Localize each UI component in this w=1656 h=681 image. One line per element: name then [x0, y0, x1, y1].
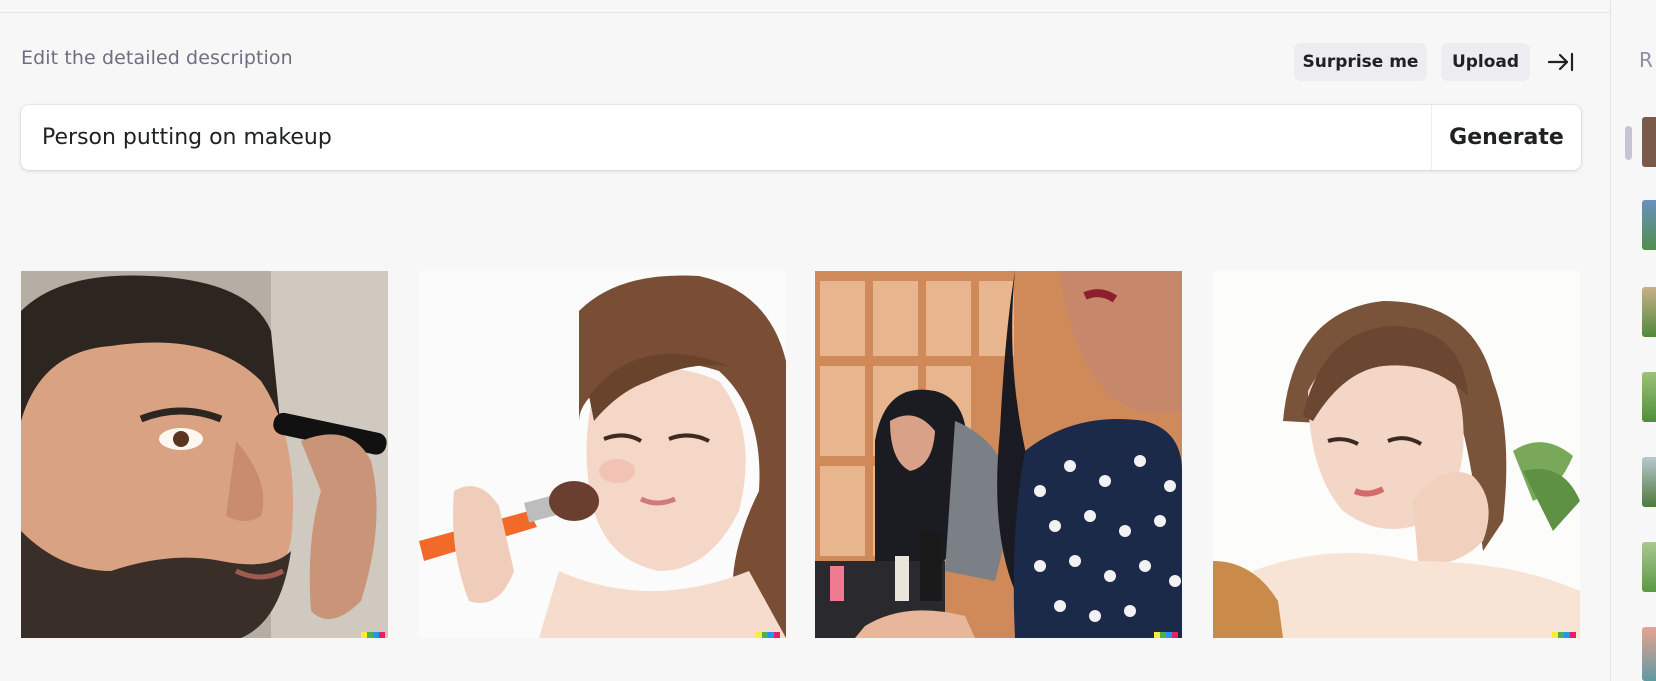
generate-button[interactable]: Generate	[1432, 105, 1581, 170]
history-thumbnail[interactable]	[1642, 542, 1656, 592]
sidebar-scrollbar[interactable]	[1625, 126, 1632, 160]
result-image-4[interactable]	[1213, 271, 1580, 638]
history-thumbnail[interactable]	[1642, 372, 1656, 422]
result-image-1[interactable]	[21, 271, 388, 638]
arrow-right-to-bar-icon[interactable]	[1545, 48, 1577, 76]
sidebar-title: R	[1639, 48, 1653, 72]
description-label: Edit the detailed description	[21, 47, 293, 69]
history-thumbnail[interactable]	[1642, 627, 1656, 681]
history-thumbnail[interactable]	[1642, 287, 1656, 337]
result-image-2[interactable]	[419, 271, 786, 638]
history-thumbnail[interactable]	[1642, 117, 1656, 167]
surprise-me-button[interactable]: Surprise me	[1294, 43, 1427, 81]
prompt-input[interactable]	[42, 105, 1422, 170]
history-thumbnail[interactable]	[1642, 457, 1656, 507]
main-panel: Edit the detailed description Surprise m…	[0, 0, 1610, 681]
top-divider	[0, 0, 1610, 13]
result-image-3[interactable]	[815, 271, 1182, 638]
upload-button[interactable]: Upload	[1441, 43, 1530, 81]
history-sidebar: R	[1610, 0, 1656, 681]
history-thumbnail[interactable]	[1642, 200, 1656, 250]
prompt-bar: Generate	[21, 105, 1581, 170]
